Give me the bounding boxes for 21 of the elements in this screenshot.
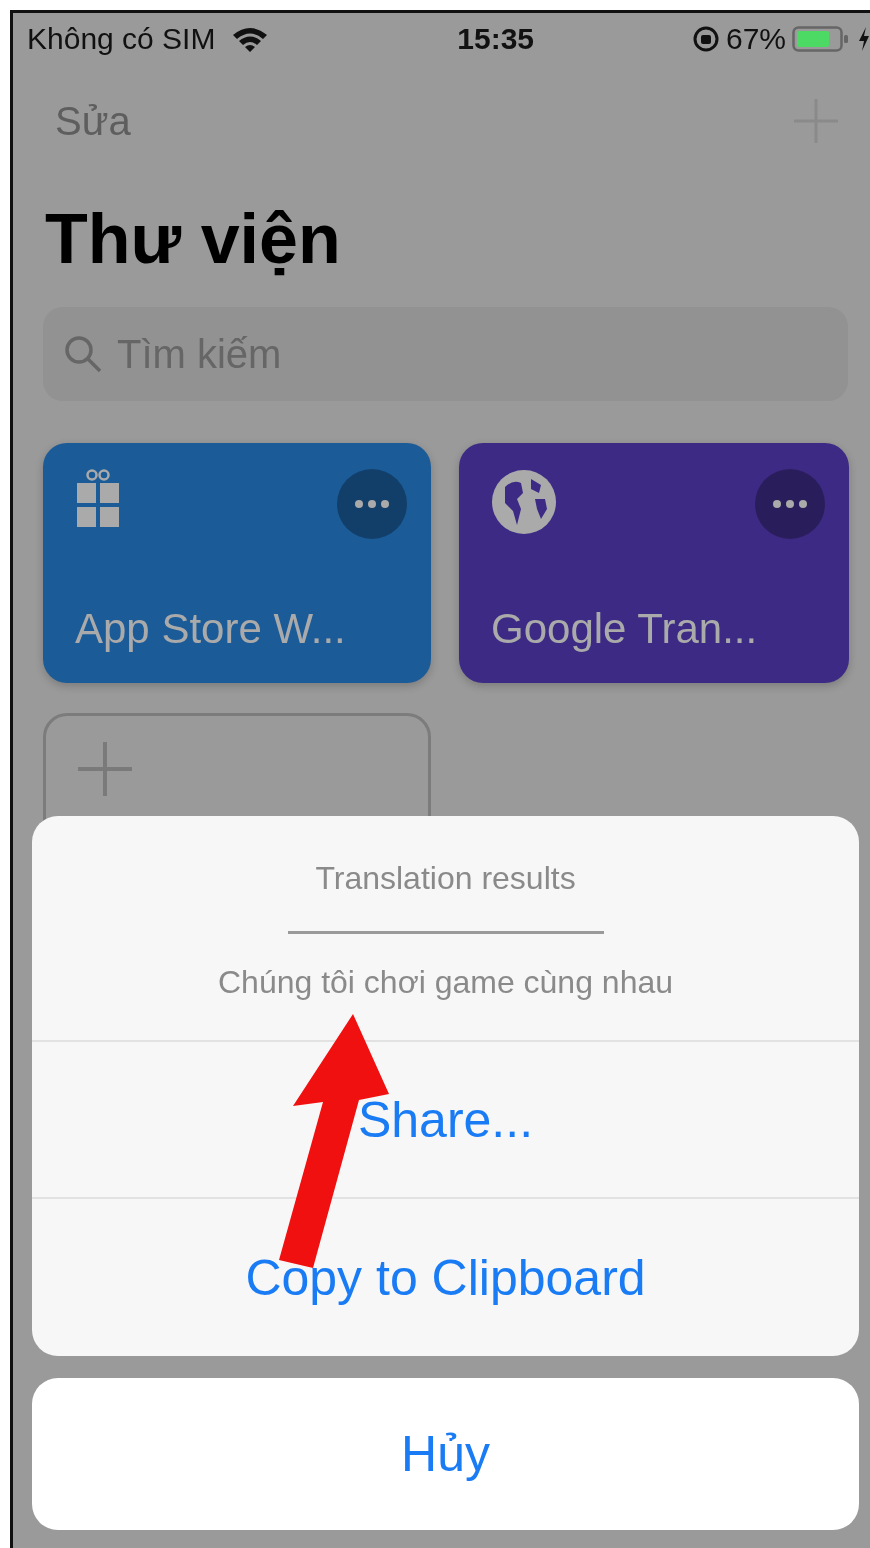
battery-percent: 67% (725, 22, 786, 56)
carrier: Không có SIM (27, 22, 216, 56)
cancel-button[interactable]: Hủy (32, 1378, 859, 1530)
add-icon (76, 740, 134, 798)
ellipsis-icon (354, 499, 390, 509)
wifi-icon (231, 25, 270, 53)
edit-button[interactable]: Sửa (55, 98, 131, 144)
shortcut-card[interactable]: App Store W... (43, 443, 431, 683)
sheet-action[interactable]: Copy to Clipboard (32, 1199, 859, 1356)
rotation-lock-icon (691, 25, 720, 53)
clock: 15:35 (457, 22, 535, 56)
sheet-title: Translation results (315, 860, 576, 897)
shortcut-name: Google Tran... (491, 605, 759, 653)
search-icon (63, 334, 103, 374)
gift-icon (75, 469, 121, 529)
translation-text: Chúng tôi chơi game cùng nhau (217, 964, 674, 1001)
globe-icon (491, 469, 557, 535)
ellipsis-icon (772, 499, 808, 509)
page-title: Thư viện (45, 199, 342, 279)
shortcut-name: App Store W... (75, 605, 347, 653)
shortcut-card[interactable]: Google Tran... (459, 443, 849, 683)
